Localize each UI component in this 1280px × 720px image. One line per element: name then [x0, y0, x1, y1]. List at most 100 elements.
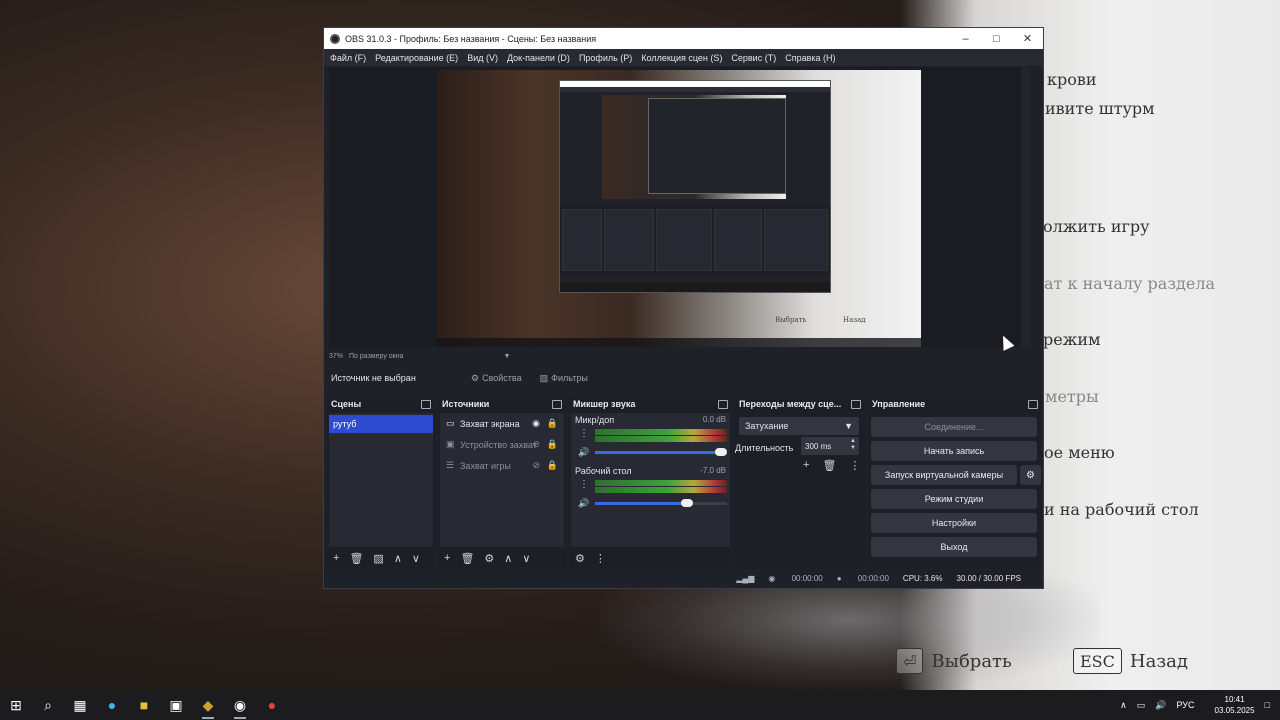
eye-icon[interactable]: ◉ [532, 418, 540, 429]
arrow-down-icon[interactable]: ∨ [412, 552, 420, 565]
volume-icon[interactable]: 🔊 [1155, 700, 1166, 711]
properties-button[interactable]: ⚙ Свойства [471, 373, 522, 384]
source-item[interactable]: ☰ Захват игры ⊘ 🔒 [440, 455, 564, 476]
studio-mode-button[interactable]: Режим студии [871, 489, 1037, 509]
file-explorer-icon[interactable]: ■ [128, 690, 160, 720]
add-icon[interactable]: + [803, 459, 809, 472]
game-menu-item[interactable]: и на рабочий стол [1044, 500, 1199, 519]
eye-hidden-icon[interactable]: ⊘ [532, 460, 540, 471]
settings-icon[interactable]: ⚙ [575, 552, 585, 565]
lock-icon[interactable]: 🔒 [547, 439, 558, 450]
audio-meter [595, 487, 727, 493]
speaker-icon[interactable]: 🔊 [578, 447, 589, 458]
menu-view[interactable]: Вид (V) [467, 53, 498, 63]
controls-title: Управление [872, 399, 926, 409]
menu-docks[interactable]: Док-панели (D) [507, 53, 570, 63]
arrow-up-icon[interactable]: ∧ [504, 552, 512, 565]
lock-icon[interactable]: 🔒 [547, 460, 558, 471]
menu-help[interactable]: Справка (H) [785, 53, 835, 63]
scene-item[interactable]: рутуб [329, 415, 433, 433]
search-icon[interactable]: ⌕ [32, 690, 64, 720]
game-menu-item[interactable]: ое меню [1044, 443, 1115, 462]
menu-edit[interactable]: Редактирование (E) [375, 53, 458, 63]
obs-icon[interactable]: ◉ [224, 690, 256, 720]
close-icon[interactable]: ✕ [1012, 32, 1043, 45]
scenes-title: Сцены [331, 399, 362, 409]
track-db: 0.0 dB [702, 415, 726, 424]
more-vertical-icon[interactable]: ⋮ [579, 479, 589, 490]
transition-select[interactable]: Затухание ▼ [739, 417, 859, 435]
game-icon[interactable]: ◆ [192, 690, 224, 720]
game-menu-item[interactable]: крови [1047, 70, 1097, 89]
trash-icon[interactable]: 🗑 [349, 552, 363, 565]
preview-canvas[interactable]: Выбрать Назад [437, 70, 921, 347]
game-menu-item[interactable]: метры [1045, 387, 1099, 406]
game-menu-item[interactable]: режим [1043, 330, 1101, 349]
virtual-camera-settings-icon[interactable]: ⚙ [1020, 465, 1041, 485]
trash-icon[interactable]: 🗑 [822, 459, 836, 472]
windows-start-icon[interactable]: ⊞ [0, 690, 32, 720]
connecting-button[interactable]: Соединение... [871, 417, 1037, 437]
game-menu-item[interactable]: ат к началу раздела [1044, 274, 1215, 293]
undock-icon[interactable] [421, 399, 431, 409]
track-name: Рабочий стол [575, 466, 632, 476]
menu-tools[interactable]: Сервис (T) [731, 53, 776, 63]
hint-select[interactable]: ⏎ Выбрать [896, 647, 1012, 675]
preview-scrollbar[interactable] [1021, 67, 1029, 347]
arrow-up-icon[interactable]: ∧ [394, 552, 402, 565]
exit-button[interactable]: Выход [871, 537, 1037, 557]
game-menu-item[interactable]: ивите штурм [1045, 99, 1155, 118]
zoom-mode[interactable]: По размеру окна [349, 353, 403, 360]
network-icon[interactable]: ▭ [1137, 700, 1146, 711]
menu-scene-collection[interactable]: Коллекция сцен (S) [641, 53, 722, 63]
chrome-icon[interactable]: ● [256, 690, 288, 720]
fps-counter: 30.00 / 30.00 FPS [956, 573, 1022, 583]
eye-hidden-icon[interactable]: ⊘ [532, 439, 540, 450]
clock[interactable]: 10:41 03.05.2025 [1205, 694, 1255, 716]
volume-slider[interactable] [595, 499, 727, 507]
spinner-icon[interactable]: ▲ ▼ [850, 438, 856, 452]
volume-slider[interactable] [595, 448, 727, 456]
virtual-camera-button[interactable]: Запуск виртуальной камеры [871, 465, 1017, 485]
trash-icon[interactable]: 🗑 [460, 552, 474, 565]
undock-icon[interactable] [552, 399, 562, 409]
undock-icon[interactable] [1028, 399, 1038, 409]
more-vertical-icon[interactable]: ⋮ [579, 428, 589, 439]
filter-icon[interactable]: ▨ [373, 552, 383, 565]
game-menu-item[interactable]: олжить игру [1043, 217, 1150, 236]
language-indicator[interactable]: РУС [1176, 700, 1194, 710]
zoom-bar: 37% По размеру окна ▼ [329, 350, 1029, 362]
add-icon[interactable]: + [444, 552, 450, 564]
source-item[interactable]: ▭ Захват экрана ◉ 🔒 [440, 413, 564, 434]
duration-input[interactable]: 300 ms ▲ ▼ [801, 437, 859, 455]
source-label: Захват экрана [460, 418, 520, 429]
gear-icon[interactable]: ⚙ [484, 552, 494, 565]
store-icon[interactable]: ▣ [160, 690, 192, 720]
add-icon[interactable]: + [333, 552, 339, 564]
task-view-icon[interactable]: ▦ [64, 690, 96, 720]
source-item[interactable]: ▣ Устройство захвата ⊘ 🔒 [440, 434, 564, 455]
controls-dock: Управление Соединение... Начать запись З… [868, 395, 1042, 569]
lock-icon[interactable]: 🔒 [547, 418, 558, 429]
title-bar[interactable]: OBS 31.0.3 - Профиль: Без названия - Сце… [324, 28, 1043, 49]
scenes-dock: Сцены рутуб + 🗑 ▨ ∧ ∨ [327, 395, 435, 569]
minimize-icon[interactable]: – [950, 33, 981, 45]
maximize-icon[interactable]: □ [981, 33, 1012, 45]
menu-file[interactable]: Файл (F) [330, 53, 366, 63]
undock-icon[interactable] [851, 399, 861, 409]
speaker-icon[interactable]: 🔊 [578, 498, 589, 509]
notification-icon[interactable]: □ [1265, 700, 1270, 710]
start-recording-button[interactable]: Начать запись [871, 441, 1037, 461]
settings-button[interactable]: Настройки [871, 513, 1037, 533]
chevron-down-icon[interactable]: ▼ [503, 353, 510, 360]
menu-profile[interactable]: Профиль (P) [579, 53, 632, 63]
more-vertical-icon[interactable]: ⋮ [849, 459, 860, 472]
chevron-up-icon[interactable]: ∧ [1120, 700, 1127, 711]
preview-area[interactable]: Выбрать Назад [329, 67, 1029, 347]
more-vertical-icon[interactable]: ⋮ [595, 552, 606, 565]
arrow-down-icon[interactable]: ∨ [522, 552, 530, 565]
edge-icon[interactable]: ● [96, 690, 128, 720]
hint-back[interactable]: ESC Назад [1073, 647, 1188, 675]
undock-icon[interactable] [718, 399, 728, 409]
filters-button[interactable]: ▨ Фильтры [540, 373, 588, 384]
